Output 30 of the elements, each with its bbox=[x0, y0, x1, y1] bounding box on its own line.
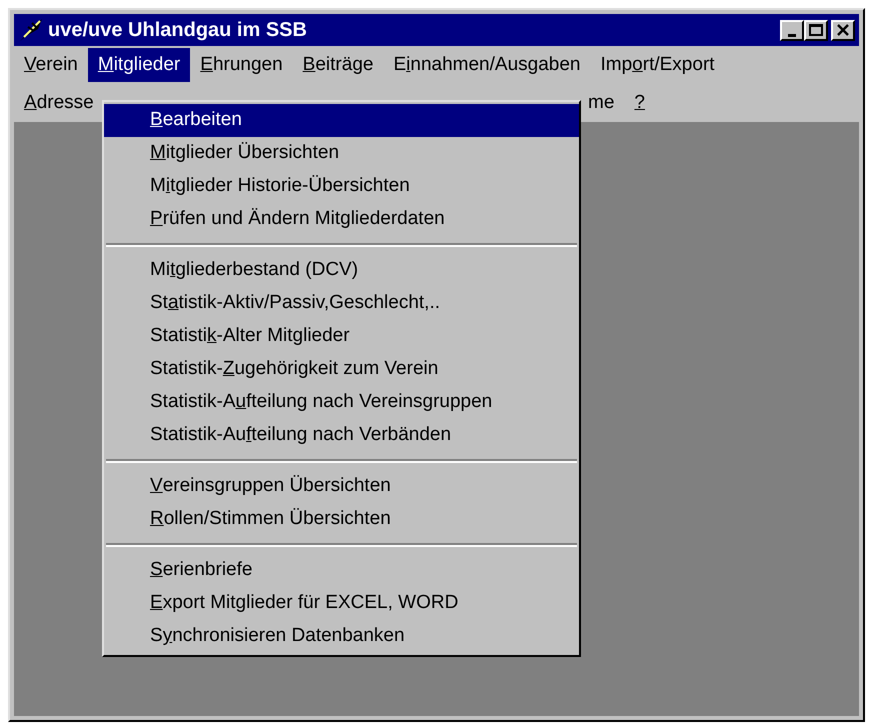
dropdown-item[interactable]: Prüfen und Ändern Mitgliederdaten bbox=[104, 203, 579, 236]
close-icon bbox=[837, 24, 849, 36]
dropdown-item[interactable]: Synchronisieren Datenbanken bbox=[104, 620, 579, 653]
dropdown-item[interactable]: Mitglieder Historie-Übersichten bbox=[104, 170, 579, 203]
menu-item[interactable]: Beiträge bbox=[292, 48, 384, 82]
maximize-button[interactable] bbox=[804, 20, 828, 40]
dropdown-item[interactable]: Statistik-Aufteilung nach Vereinsgruppen bbox=[104, 386, 579, 419]
menu-item[interactable]: Adresse bbox=[14, 86, 104, 120]
menu-item[interactable]: Verein bbox=[14, 48, 88, 82]
dropdown-item[interactable]: Bearbeiten bbox=[104, 104, 579, 137]
dropdown-item[interactable]: Statistik-Alter Mitglieder bbox=[104, 320, 579, 353]
dropdown-item[interactable]: Statistik-Aktiv/Passiv,Geschlecht,.. bbox=[104, 287, 579, 320]
dropdown-item[interactable]: Statistik-Aufteilung nach Verbänden bbox=[104, 419, 579, 452]
dropdown-item[interactable]: Rollen/Stimmen Übersichten bbox=[104, 503, 579, 536]
menu-item[interactable]: Mitglieder bbox=[88, 48, 190, 82]
menu-item[interactable]: Einnahmen/Ausgaben bbox=[383, 48, 590, 82]
window-title: uve/uve Uhlandgau im SSB bbox=[48, 18, 308, 43]
maximize-icon bbox=[809, 24, 823, 36]
close-button[interactable] bbox=[831, 20, 855, 40]
menu-item[interactable]: Ehrungen bbox=[190, 48, 293, 82]
menu-item[interactable]: ? bbox=[624, 86, 655, 120]
dropdown-item[interactable]: Export Mitglieder für EXCEL, WORD bbox=[104, 587, 579, 620]
dropdown-item[interactable]: Statistik-Zugehörigkeit zum Verein bbox=[104, 353, 579, 386]
minimize-icon bbox=[788, 34, 796, 36]
dropdown-item[interactable]: Serienbriefe bbox=[104, 554, 579, 587]
dropdown-item[interactable]: Mitgliederbestand (DCV) bbox=[104, 254, 579, 287]
minimize-button[interactable] bbox=[780, 20, 804, 40]
menu-item[interactable]: Import/Export bbox=[590, 48, 725, 82]
dropdown-item[interactable]: Vereinsgruppen Übersichten bbox=[104, 470, 579, 503]
dropdown-item[interactable]: Mitglieder Übersichten bbox=[104, 137, 579, 170]
